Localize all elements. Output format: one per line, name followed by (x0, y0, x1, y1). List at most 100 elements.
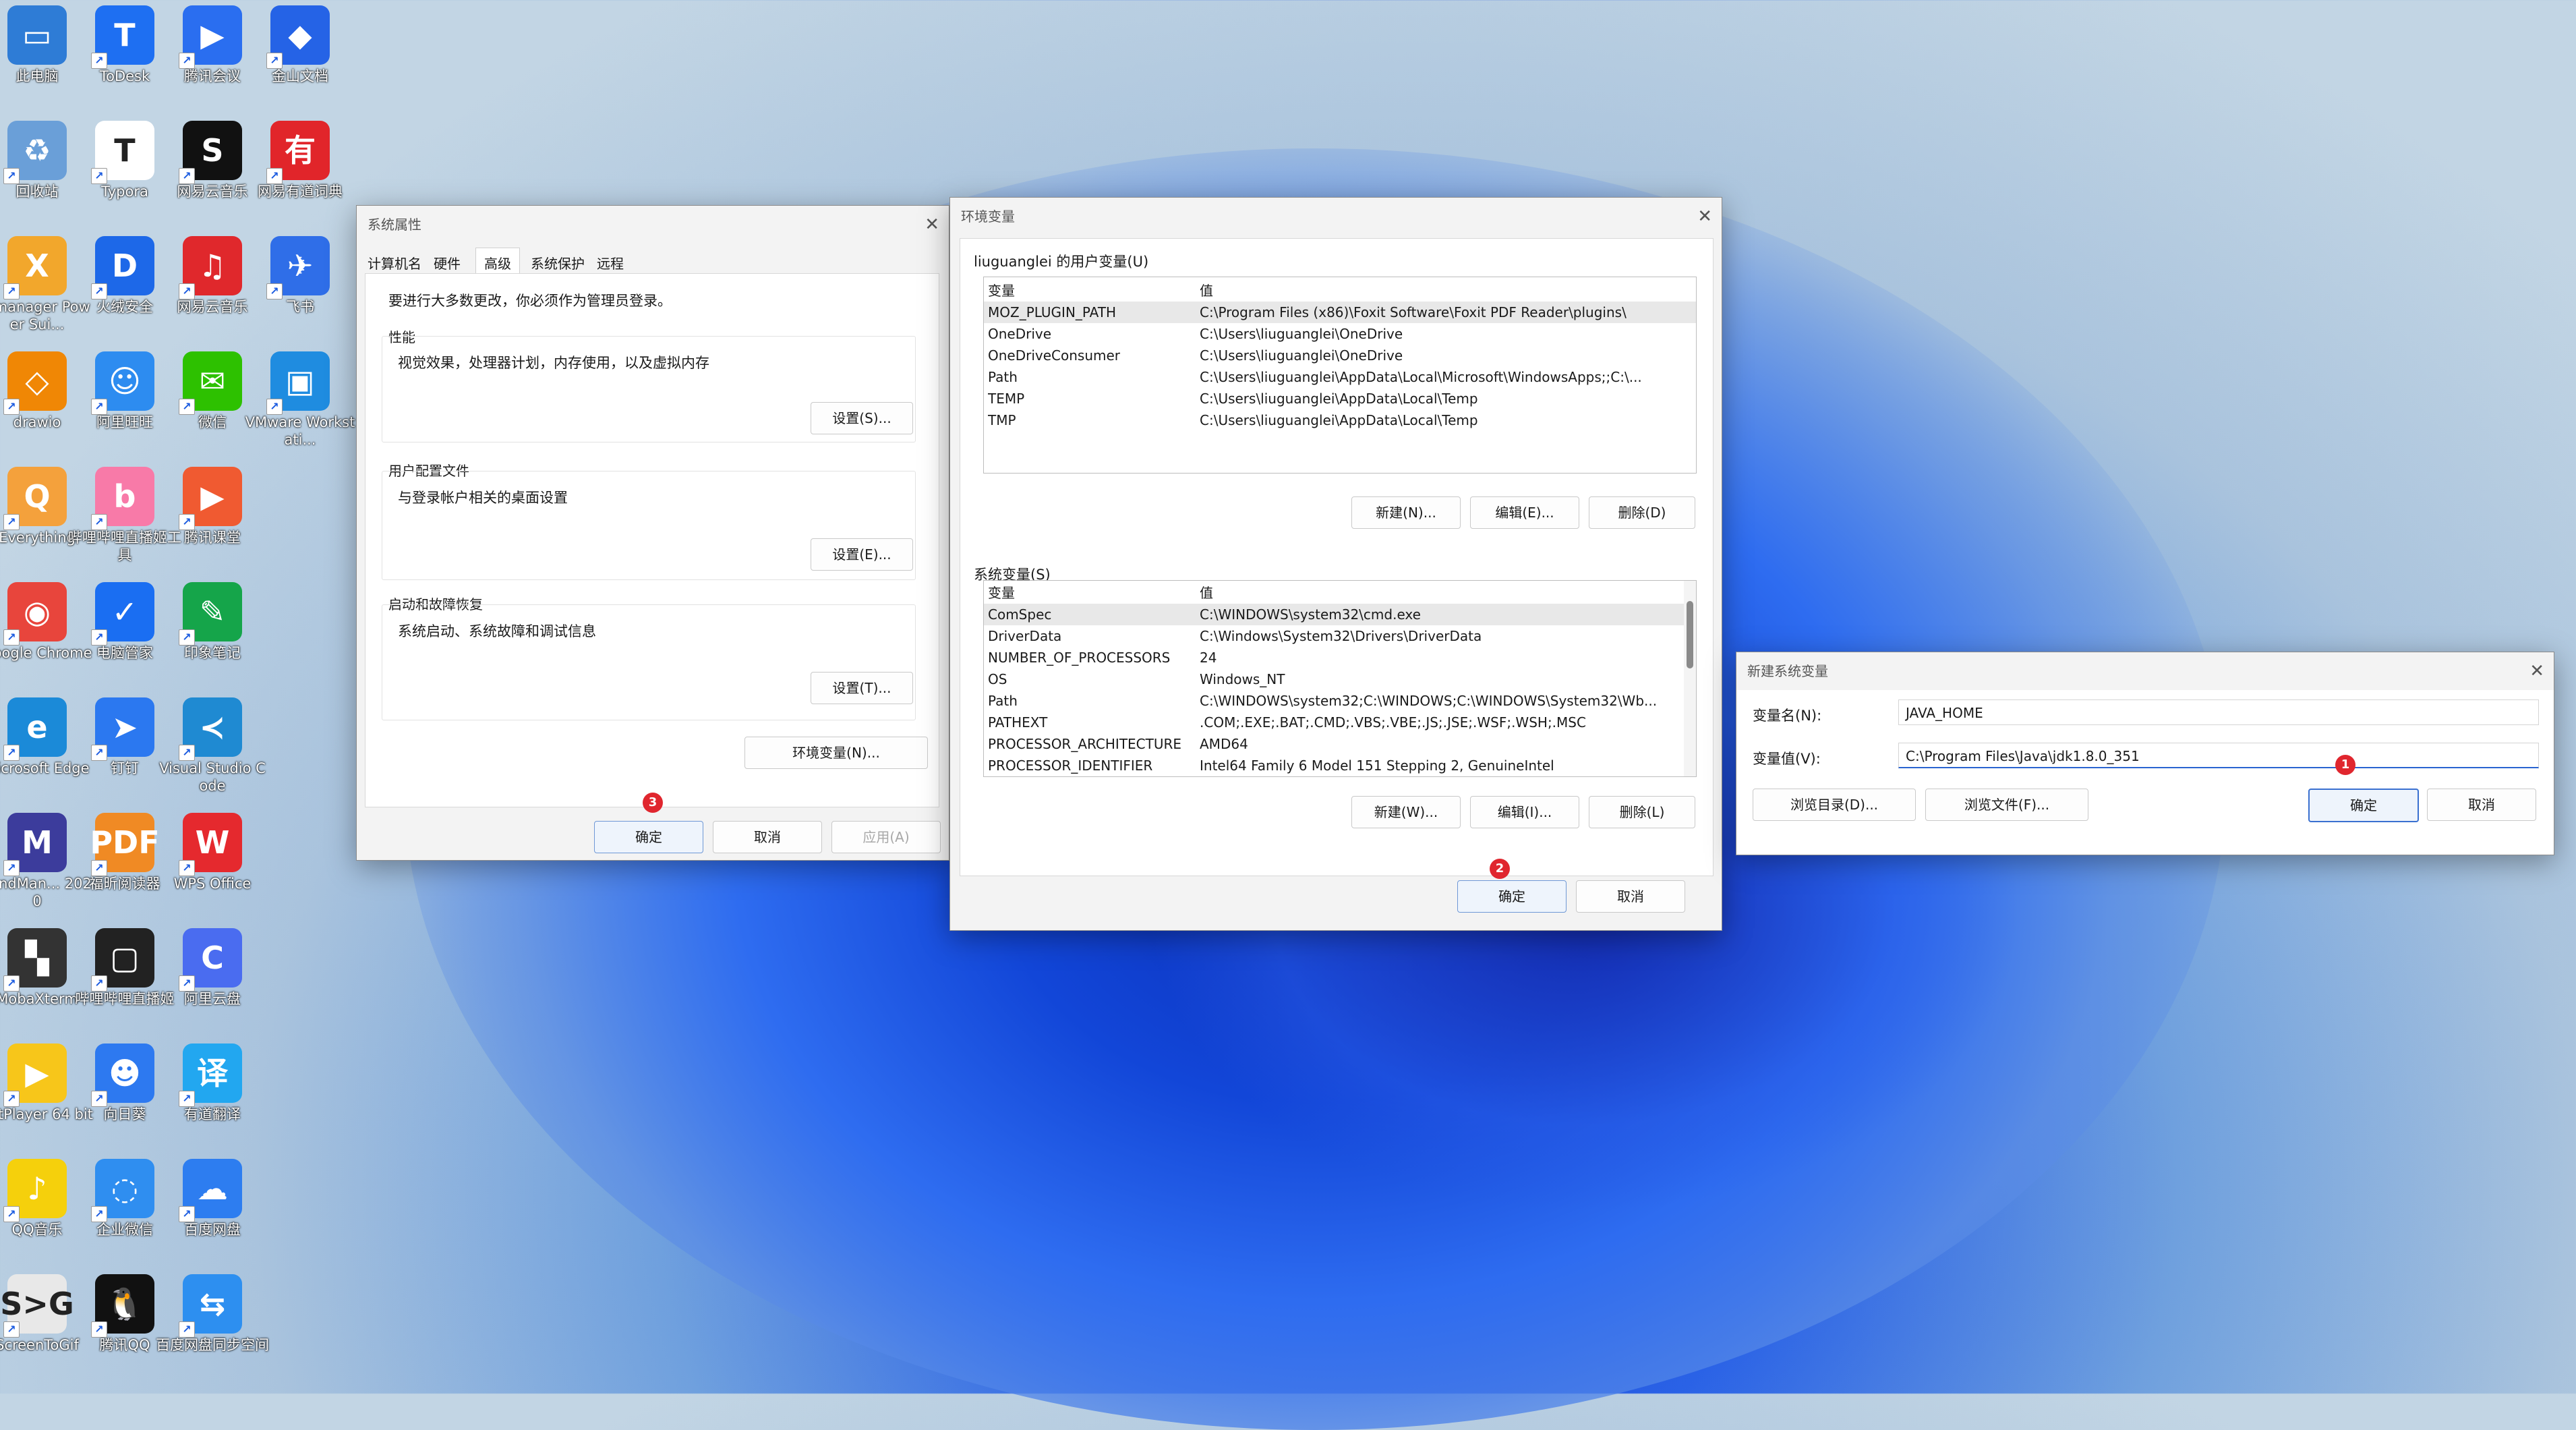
tab-remote[interactable]: 远程 (597, 253, 624, 273)
app-icon: S>G ↗ (0, 1274, 74, 1338)
app-icon: 有 ↗ (266, 121, 330, 184)
desktop-icon[interactable]: C ↗ 阿里云盘 (155, 924, 270, 1039)
step-badge-1: 1 (2335, 755, 2355, 775)
list-item[interactable]: Path C:\WINDOWS\system32;C:\WINDOWS;C:\WI… (984, 690, 1696, 712)
app-icon: ✎ ↗ (179, 582, 242, 646)
list-item[interactable]: NUMBER_OF_PROCESSORS 24 (984, 647, 1696, 668)
environment-variables-button[interactable]: 环境变量(N)... (744, 737, 928, 769)
desktop-icon-label: 金山文档 (272, 68, 328, 84)
shortcut-arrow-icon: ↗ (91, 745, 107, 761)
variable-value: C:\Users\liuguanglei\AppData\Local\Micro… (1200, 369, 1642, 385)
system-delete-button[interactable]: 删除(L) (1589, 796, 1695, 828)
list-item[interactable]: PROCESSOR_IDENTIFIER Intel64 Family 6 Mod… (984, 755, 1696, 776)
shortcut-arrow-icon: ↗ (91, 399, 107, 415)
shortcut-arrow-icon: ↗ (3, 975, 20, 992)
app-icon: ✉ ↗ (179, 351, 242, 415)
desktop-icon[interactable]: 有 ↗ 网易有道词典 (243, 117, 357, 231)
user-delete-button[interactable]: 删除(D) (1589, 496, 1695, 529)
list-item[interactable]: DriverData C:\Windows\System32\Drivers\Dr… (984, 625, 1696, 647)
user-new-button[interactable]: 新建(N)... (1351, 496, 1461, 529)
user-profile-settings-button[interactable]: 设置(E)... (811, 538, 913, 571)
desktop-icon[interactable]: ☁ ↗ 百度网盘 (155, 1155, 270, 1269)
list-item[interactable]: Path C:\Users\liuguanglei\AppData\Local\M… (984, 366, 1696, 388)
vertical-scrollbar[interactable] (1684, 581, 1696, 776)
desktop-icon[interactable]: 译 ↗ 有道翻译 (155, 1039, 270, 1154)
shortcut-arrow-icon: ↗ (3, 1091, 20, 1107)
user-edit-button[interactable]: 编辑(E)... (1470, 496, 1579, 529)
list-item[interactable]: OneDrive C:\Users\liuguanglei\OneDrive (984, 323, 1696, 345)
app-icon: ☁ ↗ (179, 1159, 242, 1222)
user-variables-list[interactable]: 变量 值 MOZ_PLUGIN_PATH C:\Program Files (x8… (983, 277, 1697, 474)
desktop-icon[interactable]: ▣ ↗ VMware Workstati... (243, 347, 357, 462)
close-icon[interactable]: ✕ (2529, 652, 2544, 690)
desktop-icon[interactable]: ◆ ↗ 金山文档 (243, 1, 357, 116)
desktop-icon[interactable]: W ↗ WPS Office (155, 809, 270, 923)
desktop-icon-label: WPS Office (173, 876, 252, 892)
list-item[interactable]: ComSpec C:\WINDOWS\system32\cmd.exe (984, 604, 1696, 625)
tab-hardware[interactable]: 硬件 (434, 253, 461, 273)
app-icon: ♫ ↗ (179, 236, 242, 299)
shortcut-arrow-icon: ↗ (91, 283, 107, 299)
app-icon: ◌ ↗ (91, 1159, 154, 1222)
user-profile-desc: 与登录帐户相关的桌面设置 (398, 490, 568, 506)
shortcut-arrow-icon: ↗ (179, 1206, 195, 1222)
dialog-title: 系统属性 (368, 217, 421, 233)
column-header-variable[interactable]: 变量 (988, 280, 1015, 302)
tab-system-protection[interactable]: 系统保护 (531, 253, 585, 273)
list-item[interactable]: OS Windows_NT (984, 668, 1696, 690)
apply-button[interactable]: 应用(A) (831, 821, 941, 853)
startup-desc: 系统启动、系统故障和调试信息 (398, 623, 596, 639)
variable-name-input[interactable]: JAVA_HOME (1898, 699, 2539, 725)
tab-computer-name[interactable]: 计算机名 (368, 253, 421, 273)
cancel-button[interactable]: 取消 (2427, 789, 2536, 821)
variable-value-input[interactable]: C:\Program Files\Java\jdk1.8.0_351 (1898, 743, 2539, 768)
close-icon[interactable]: ✕ (925, 206, 939, 244)
list-item[interactable]: TMP C:\Users\liuguanglei\AppData\Local\Te… (984, 409, 1696, 431)
list-item[interactable]: TEMP C:\Users\liuguanglei\AppData\Local\T… (984, 388, 1696, 409)
cancel-button[interactable]: 取消 (713, 821, 822, 853)
performance-settings-button[interactable]: 设置(S)... (811, 402, 913, 434)
variable-name: MOZ_PLUGIN_PATH (988, 304, 1117, 320)
column-header-variable[interactable]: 变量 (988, 582, 1015, 604)
variable-name: PATHEXT (988, 714, 1048, 731)
list-item[interactable]: PROCESSOR_ARCHITECTURE AMD64 (984, 733, 1696, 755)
list-item[interactable]: PATHEXT .COM;.EXE;.BAT;.CMD;.VBS;.VBE;.JS… (984, 712, 1696, 733)
browse-directory-button[interactable]: 浏览目录(D)... (1753, 789, 1916, 821)
list-item[interactable]: MOZ_PLUGIN_PATH C:\Program Files (x86)\Fo… (984, 302, 1696, 323)
app-icon: ♪ ↗ (3, 1159, 67, 1222)
system-new-button[interactable]: 新建(W)... (1351, 796, 1461, 828)
desktop-icon-label: 有道翻译 (184, 1106, 241, 1122)
column-header-value[interactable]: 值 (1200, 582, 1213, 604)
desktop-icon[interactable]: ≺ ↗ Visual Studio Code (155, 693, 270, 808)
ok-button[interactable]: 确定 (594, 821, 703, 853)
app-icon: ☺ ↗ (91, 351, 154, 415)
app-icon: ≺ ↗ (179, 697, 242, 761)
app-icon: D ↗ (91, 236, 154, 299)
variable-value: C:\Users\liuguanglei\OneDrive (1200, 347, 1403, 364)
newvar-panel: 变量名(N): JAVA_HOME 变量值(V): C:\Program Fil… (1736, 690, 2554, 855)
startup-settings-button[interactable]: 设置(T)... (811, 672, 913, 704)
desktop-icon-label: 阿里云盘 (184, 991, 241, 1007)
desktop-icon[interactable]: ✈ ↗ 飞书 (243, 232, 357, 347)
list-item[interactable]: OneDriveConsumer C:\Users\liuguanglei\One… (984, 345, 1696, 366)
desktop-icon[interactable]: ✎ ↗ 印象笔记 (155, 578, 270, 693)
system-edit-button[interactable]: 编辑(I)... (1470, 796, 1579, 828)
close-icon[interactable]: ✕ (1697, 198, 1712, 235)
dialog-title: 新建系统变量 (1747, 663, 1828, 679)
browse-file-button[interactable]: 浏览文件(F)... (1925, 789, 2088, 821)
desktop-icon[interactable]: ⇆ ↗ 百度网盘同步空间 (155, 1270, 270, 1385)
list-header: 变量 值 (984, 280, 1696, 302)
cancel-button[interactable]: 取消 (1576, 880, 1685, 913)
ok-button[interactable]: 确定 (2308, 789, 2419, 822)
desktop-icon-label: 腾讯课堂 (184, 530, 241, 546)
variable-name: ComSpec (988, 606, 1052, 623)
desktop-icon[interactable]: ▶ ↗ 腾讯课堂 (155, 463, 270, 577)
scrollbar-thumb[interactable] (1687, 601, 1693, 668)
system-variables-list[interactable]: 变量 值 ComSpec C:\WINDOWS\system32\cmd.exe D… (983, 580, 1697, 777)
shortcut-arrow-icon: ↗ (179, 1091, 195, 1107)
app-icon: ▭ (7, 5, 67, 65)
ok-button[interactable]: 确定 (1457, 880, 1567, 913)
app-icon: ☻ ↗ (91, 1043, 154, 1107)
variable-value: C:\Users\liuguanglei\AppData\Local\Temp (1200, 391, 1478, 407)
column-header-value[interactable]: 值 (1200, 280, 1213, 302)
